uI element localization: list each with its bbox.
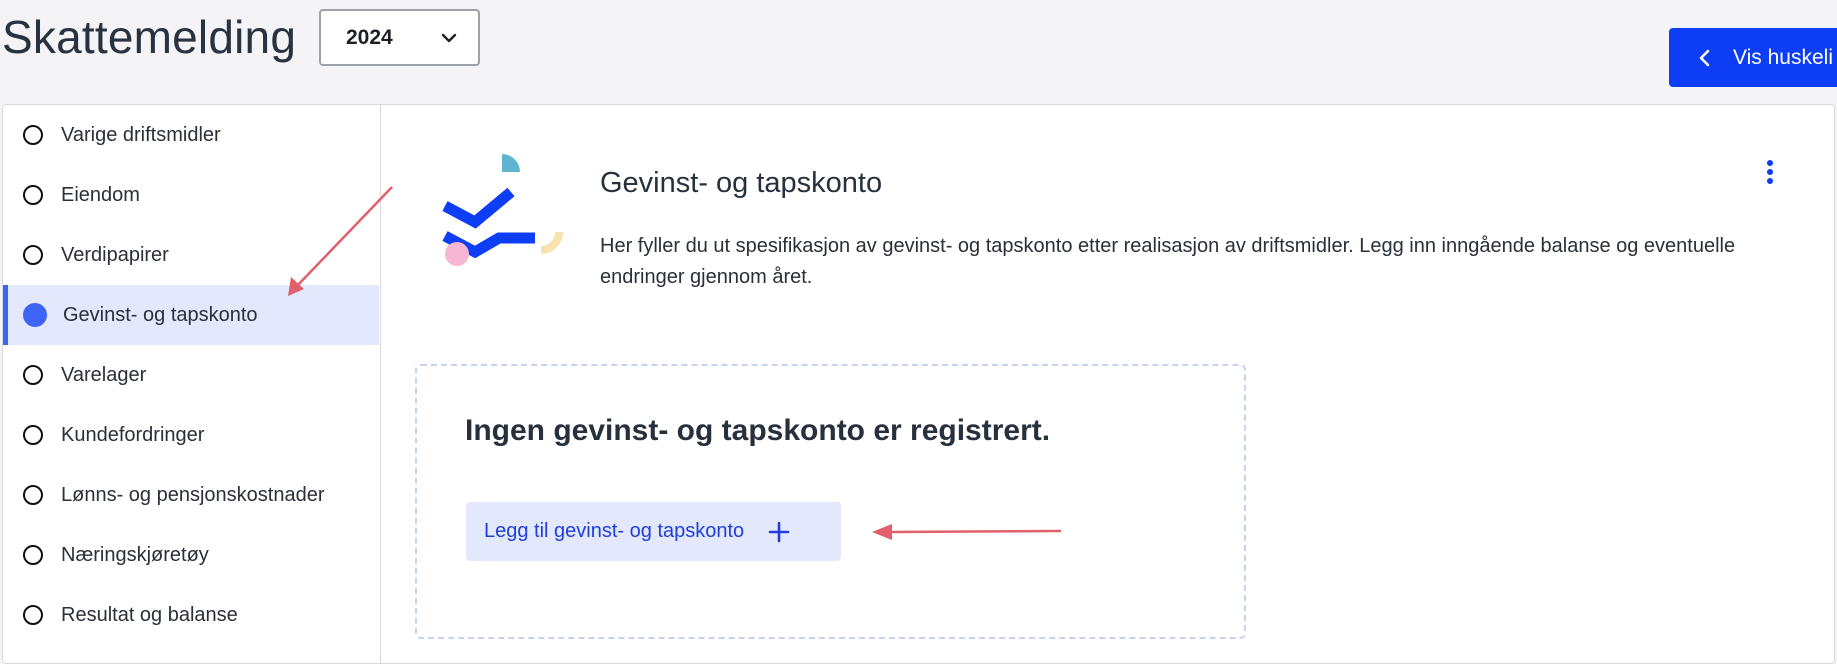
sidebar-item-gevinst-og-tapskonto[interactable]: Gevinst- og tapskonto xyxy=(3,285,379,345)
sidebar-item-label: Varige driftsmidler xyxy=(61,123,221,146)
sidebar-item-label: Varelager xyxy=(61,363,147,386)
year-select-value: 2024 xyxy=(346,25,393,49)
section-title: Gevinst- og tapskonto xyxy=(600,167,883,199)
chevron-left-icon xyxy=(1699,49,1710,66)
sidebar-item-kundefordringer[interactable]: Kundefordringer xyxy=(3,405,379,465)
vis-huskeliste-label: Vis huskeli xyxy=(1733,45,1833,69)
radio-icon xyxy=(23,545,43,565)
sidebar-item-varelager[interactable]: Varelager xyxy=(3,345,379,405)
radio-icon xyxy=(23,485,43,505)
radio-icon xyxy=(23,185,43,205)
sidebar-item-naeringskjoretoy[interactable]: Næringskjøretøy xyxy=(3,525,379,585)
sidebar-item-label: Eiendom xyxy=(61,183,140,206)
sidebar-item-eiendom[interactable]: Eiendom xyxy=(3,165,379,225)
page-title: Skattemelding xyxy=(2,11,297,63)
sidebar-item-verdipapirer[interactable]: Verdipapirer xyxy=(3,225,379,285)
sidebar-item-varige-driftsmidler[interactable]: Varige driftsmidler xyxy=(3,105,379,165)
radio-selected-icon xyxy=(23,303,47,327)
sidebar-item-label: Lønns- og pensjonskostnader xyxy=(61,483,325,506)
radio-icon xyxy=(23,425,43,445)
add-gevinst-tapskonto-button[interactable]: Legg til gevinst- og tapskonto xyxy=(466,502,841,561)
sidebar-item-lonns-og-pensjonskostnader[interactable]: Lønns- og pensjonskostnader xyxy=(3,465,379,525)
year-select[interactable]: 2024 xyxy=(319,9,480,66)
sidebar-item-label: Kundefordringer xyxy=(61,423,205,446)
more-options-icon[interactable] xyxy=(1760,158,1780,188)
sidebar-item-label: Verdipapirer xyxy=(61,243,169,266)
vis-huskeliste-button[interactable]: Vis huskeli xyxy=(1669,28,1837,87)
chevron-down-icon xyxy=(441,33,457,43)
sidebar: Varige driftsmidler Eiendom Verdipapirer… xyxy=(3,105,381,663)
sidebar-item-label: Gevinst- og tapskonto xyxy=(63,303,258,326)
sidebar-item-resultat-og-balanse[interactable]: Resultat og balanse xyxy=(3,585,379,645)
radio-icon xyxy=(23,605,43,625)
section-description: Her fyller du ut spesifikasjon av gevins… xyxy=(600,235,1736,288)
sidebar-item-label: Resultat og balanse xyxy=(61,603,238,626)
add-button-label: Legg til gevinst- og tapskonto xyxy=(484,520,745,542)
radio-icon xyxy=(23,365,43,385)
radio-icon xyxy=(23,245,43,265)
sidebar-item-label: Næringskjøretøy xyxy=(61,543,209,566)
radio-icon xyxy=(23,125,43,145)
gevinst-tapskonto-illustration xyxy=(442,154,563,266)
plus-icon xyxy=(768,521,790,542)
empty-state-title: Ingen gevinst- og tapskonto er registrer… xyxy=(465,414,1051,447)
